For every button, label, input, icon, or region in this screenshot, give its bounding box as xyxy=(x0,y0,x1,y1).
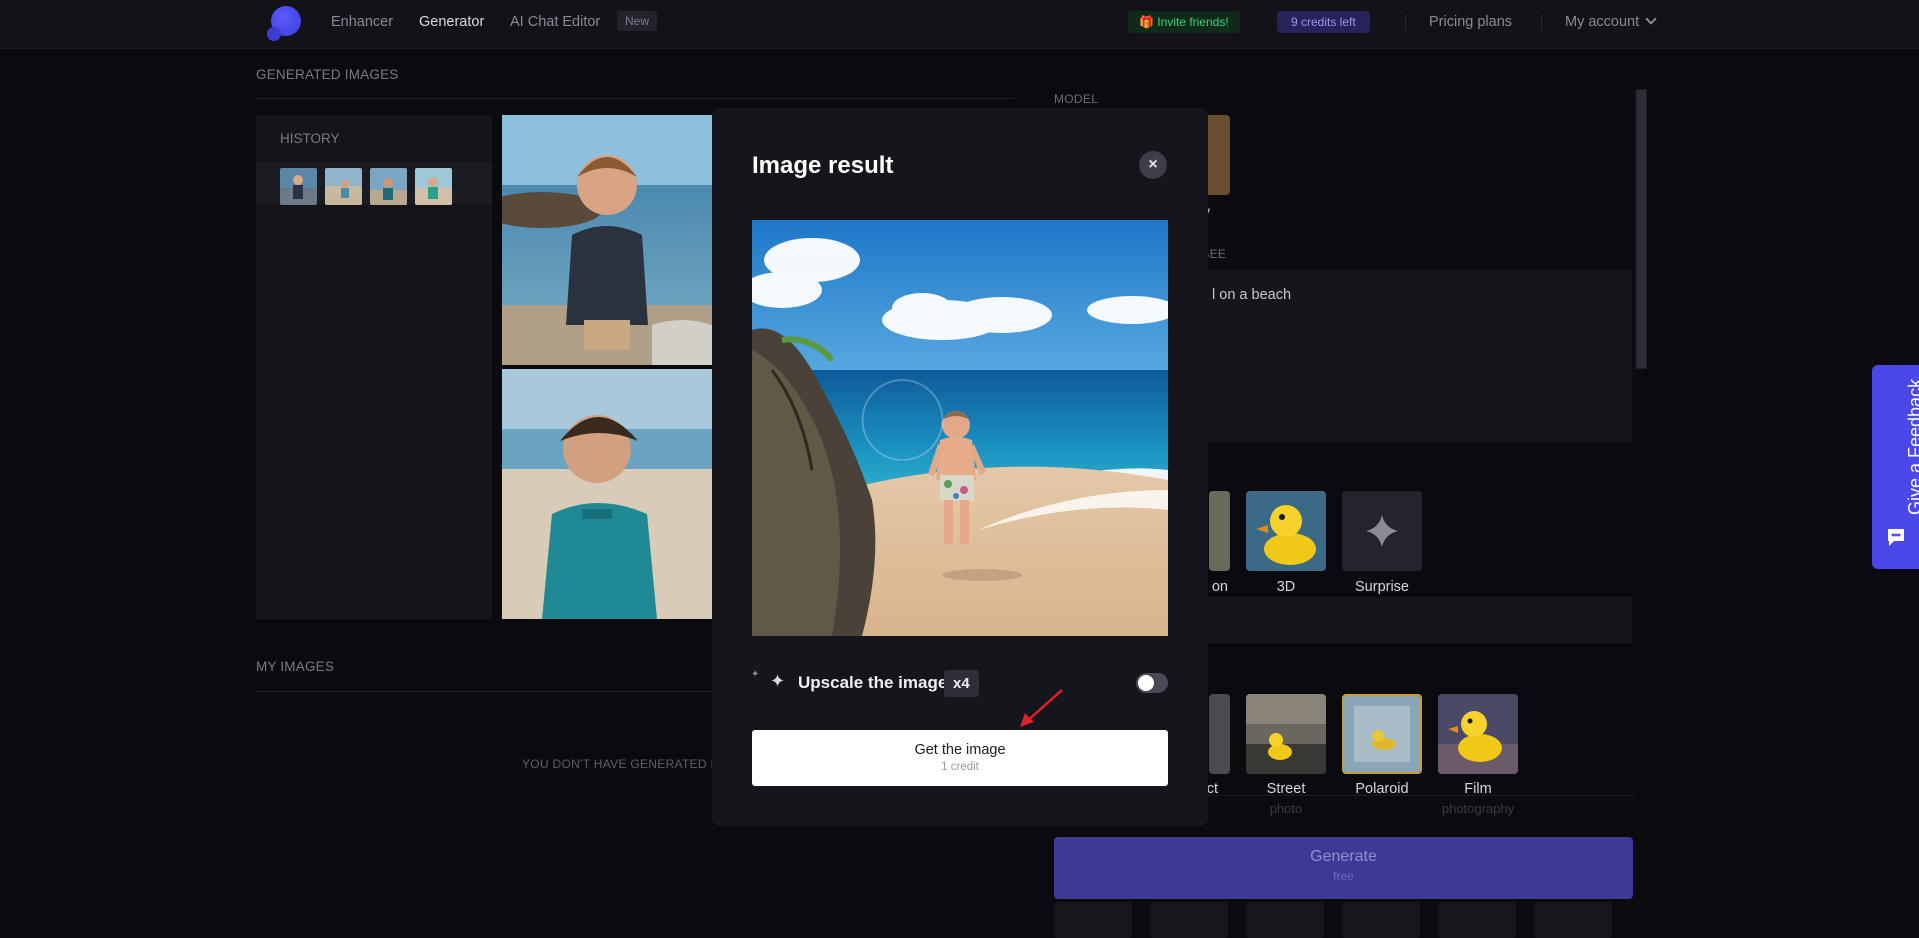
gallery-thumbnail[interactable] xyxy=(1342,902,1420,938)
get-the-image-button[interactable]: Get the image 1 credit xyxy=(752,730,1168,786)
style-sublabel: photo xyxy=(1269,801,1303,816)
upscale-label: Upscale the image xyxy=(798,673,948,692)
style-card-abstract[interactable] xyxy=(1209,694,1230,774)
style-card-surprise[interactable] xyxy=(1342,491,1422,571)
sparkle-icon xyxy=(1366,515,1398,547)
result-image xyxy=(752,220,1168,636)
generate-sublabel: free xyxy=(1333,869,1354,883)
gift-icon: 🎁 xyxy=(1139,15,1154,29)
my-images-title: MY IMAGES xyxy=(256,659,335,674)
header-divider xyxy=(1405,14,1406,30)
new-badge: New xyxy=(617,11,658,31)
modal-title: Image result xyxy=(752,152,894,179)
gallery-thumbnail[interactable] xyxy=(1150,902,1228,938)
generated-images-title: GENERATED IMAGES xyxy=(256,67,399,82)
style-sublabel: photography xyxy=(1441,801,1515,816)
style-card-cartoon[interactable] xyxy=(1209,491,1230,571)
gallery-thumbnail[interactable] xyxy=(1246,902,1324,938)
history-thumbnails xyxy=(256,162,492,205)
give-feedback-tab[interactable]: Give a Feedback xyxy=(1872,365,1919,569)
style-card-polaroid[interactable] xyxy=(1342,694,1422,774)
gallery-thumbnail[interactable] xyxy=(1054,902,1132,938)
nav-enhancer[interactable]: Enhancer xyxy=(331,14,393,30)
get-image-label: Get the image xyxy=(914,742,1006,758)
style-label: 3D xyxy=(1276,579,1296,595)
credits-badge[interactable]: 9 credits left xyxy=(1277,11,1370,33)
feedback-label: Give a Feedback xyxy=(1905,378,1919,515)
image-result-modal: Image result × ✦ ✦ Upscale the image x4 … xyxy=(712,108,1208,826)
sparkle-icon: ✦ xyxy=(770,671,786,691)
chat-bubble-icon xyxy=(1888,529,1904,546)
close-icon: × xyxy=(1148,156,1158,173)
history-thumbnail[interactable] xyxy=(325,168,362,205)
header-divider xyxy=(1541,14,1542,30)
close-button[interactable]: × xyxy=(1139,151,1167,179)
generate-label: Generate xyxy=(1310,848,1377,865)
history-panel: HISTORY xyxy=(256,115,492,619)
sparkle-icon: ✦ xyxy=(751,669,760,680)
generated-image[interactable] xyxy=(502,369,712,619)
get-image-cost: 1 credit xyxy=(941,761,979,773)
generated-image[interactable] xyxy=(502,115,712,365)
style-label: Surprise xyxy=(1355,579,1409,595)
style-card-3d[interactable] xyxy=(1246,491,1326,571)
section-divider xyxy=(256,98,1014,99)
invite-friends-button[interactable]: 🎁 Invite friends! xyxy=(1128,11,1240,33)
gallery-thumbnail[interactable] xyxy=(1534,902,1612,938)
scrollbar-thumb[interactable] xyxy=(1637,90,1646,368)
nav-pricing-plans[interactable]: Pricing plans xyxy=(1429,14,1512,30)
style-card-street-photo[interactable] xyxy=(1246,694,1326,774)
generate-button[interactable]: Generate free xyxy=(1054,837,1633,899)
red-arrow-annotation xyxy=(1020,689,1063,727)
upscale-toggle[interactable] xyxy=(1136,673,1168,693)
toggle-knob xyxy=(1138,675,1154,691)
gallery-thumbnail[interactable] xyxy=(1438,902,1516,938)
history-thumbnail[interactable] xyxy=(370,168,407,205)
history-thumbnail[interactable] xyxy=(280,168,317,205)
chevron-down-icon xyxy=(1645,13,1657,25)
invite-label: Invite friends! xyxy=(1157,15,1229,29)
my-account-menu[interactable]: My account xyxy=(1565,13,1657,30)
empty-state-text: YOU DON'T HAVE GENERATED IM xyxy=(522,757,725,771)
prompt-text: l on a beach xyxy=(1212,287,1292,303)
history-title: HISTORY xyxy=(280,131,340,146)
model-label: MODEL xyxy=(1054,92,1099,106)
nav-generator[interactable]: Generator xyxy=(419,14,484,30)
style-card-film-photography[interactable] xyxy=(1438,694,1518,774)
logo[interactable] xyxy=(267,6,301,41)
upscale-factor-badge: x4 xyxy=(944,670,979,697)
nav-ai-chat-editor[interactable]: AI Chat Editor xyxy=(510,14,600,30)
logo-circle-small xyxy=(267,27,281,41)
top-navbar: Enhancer Generator AI Chat Editor New 🎁 … xyxy=(0,0,1919,49)
history-thumbnail[interactable] xyxy=(415,168,452,205)
my-account-label: My account xyxy=(1565,14,1640,30)
